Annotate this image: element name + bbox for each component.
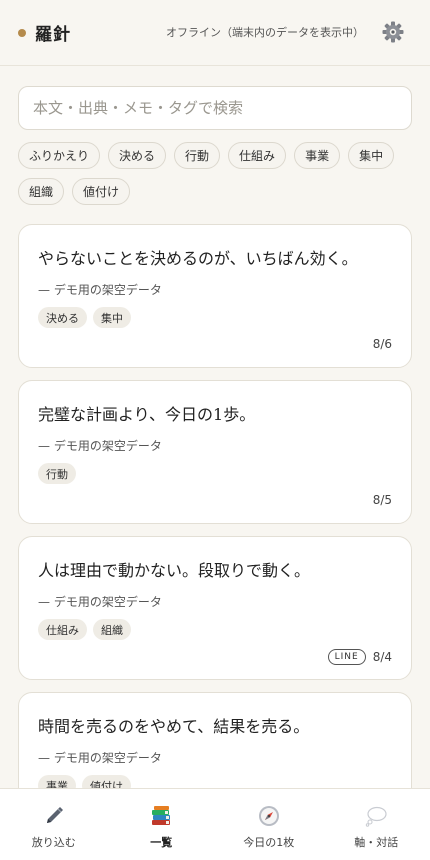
tag[interactable]: 事業: [38, 775, 76, 788]
tag[interactable]: 行動: [38, 463, 76, 484]
quote-card[interactable]: やらないことを決めるのが、いちばん効く。 — デモ用の架空データ 決める 集中 …: [18, 224, 412, 368]
quote-date: 8/4: [372, 650, 392, 664]
quote-tags: 仕組み 組織: [38, 619, 131, 640]
nav-item-list[interactable]: 一覧: [108, 789, 216, 860]
offline-status: オフライン（端末内のデータを表示中）: [166, 26, 364, 39]
filter-chip[interactable]: 行動: [174, 142, 221, 169]
books-icon: [150, 805, 172, 827]
nav-label: 放り込む: [31, 836, 76, 849]
nav-label: 軸・対話: [354, 836, 399, 849]
quote-text: 完璧な計画より、今日の1歩。: [38, 405, 256, 424]
quote-source: — デモ用の架空データ: [38, 439, 162, 453]
brand-dot-icon: [18, 28, 26, 37]
filter-chip[interactable]: 事業: [294, 142, 341, 169]
tag[interactable]: 値付け: [82, 775, 131, 788]
filter-chip[interactable]: ふりかえり: [18, 142, 101, 169]
nav-label: 一覧: [150, 836, 173, 849]
nav-item-capture[interactable]: 放り込む: [0, 789, 108, 860]
tag[interactable]: 組織: [93, 619, 131, 640]
quote-text: やらないことを決めるのが、いちばん効く。: [38, 249, 358, 268]
filter-chips: ふりかえり 決める 行動 仕組み 事業 集中 組織 値付け: [18, 142, 412, 205]
filter-chip[interactable]: 仕組み: [228, 142, 287, 169]
tag[interactable]: 仕組み: [38, 619, 87, 640]
quote-text: 時間を売るのをやめて、結果を売る。: [38, 717, 310, 736]
card-meta: 8/6: [373, 337, 392, 351]
thought-bubble-icon: [365, 805, 387, 827]
gear-icon[interactable]: [381, 20, 405, 44]
nav-label: 今日の1枚: [243, 836, 295, 849]
filter-chip[interactable]: 集中: [348, 142, 395, 169]
quote-card[interactable]: 時間を売るのをやめて、結果を売る。 — デモ用の架空データ 事業 値付け: [18, 692, 412, 788]
quote-date: 8/6: [372, 337, 392, 351]
tag[interactable]: 決める: [38, 307, 87, 328]
quote-card[interactable]: 完璧な計画より、今日の1歩。 — デモ用の架空データ 行動 8/5: [18, 380, 412, 524]
filter-chip[interactable]: 決める: [108, 142, 167, 169]
quote-source: — デモ用の架空データ: [38, 751, 162, 765]
search-input[interactable]: [33, 99, 397, 117]
card-meta: 8/5: [373, 493, 392, 507]
filter-chip[interactable]: 値付け: [72, 178, 131, 205]
quote-date: 8/5: [372, 493, 392, 507]
pen-icon: [43, 805, 65, 827]
bottom-nav: 放り込む 一覧 今日の1枚 軸・対話: [0, 788, 430, 860]
quote-list[interactable]: やらないことを決めるのが、いちばん効く。 — デモ用の架空データ 決める 集中 …: [18, 224, 412, 788]
line-badge: LINE: [327, 649, 366, 665]
card-meta: LINE 8/4: [327, 649, 392, 665]
compass-icon: [258, 805, 280, 827]
app-title: 羅針: [35, 25, 71, 45]
quote-source: — デモ用の架空データ: [38, 595, 162, 609]
quote-tags: 事業 値付け: [38, 775, 131, 788]
nav-item-today[interactable]: 今日の1枚: [215, 789, 323, 860]
nav-item-axis-dialogue[interactable]: 軸・対話: [323, 789, 430, 860]
quote-tags: 決める 集中: [38, 307, 131, 328]
quote-tags: 行動: [38, 463, 76, 484]
filter-chip[interactable]: 組織: [18, 178, 65, 205]
search-box[interactable]: [18, 86, 412, 130]
quote-source: — デモ用の架空データ: [38, 283, 162, 297]
brand: 羅針: [18, 20, 71, 45]
quote-text: 人は理由で動かない。段取りで動く。: [38, 561, 311, 580]
quote-card[interactable]: 人は理由で動かない。段取りで動く。 — デモ用の架空データ 仕組み 組織 LIN…: [18, 536, 412, 680]
app-header: 羅針 オフライン（端末内のデータを表示中）: [0, 0, 430, 66]
tag[interactable]: 集中: [93, 307, 131, 328]
